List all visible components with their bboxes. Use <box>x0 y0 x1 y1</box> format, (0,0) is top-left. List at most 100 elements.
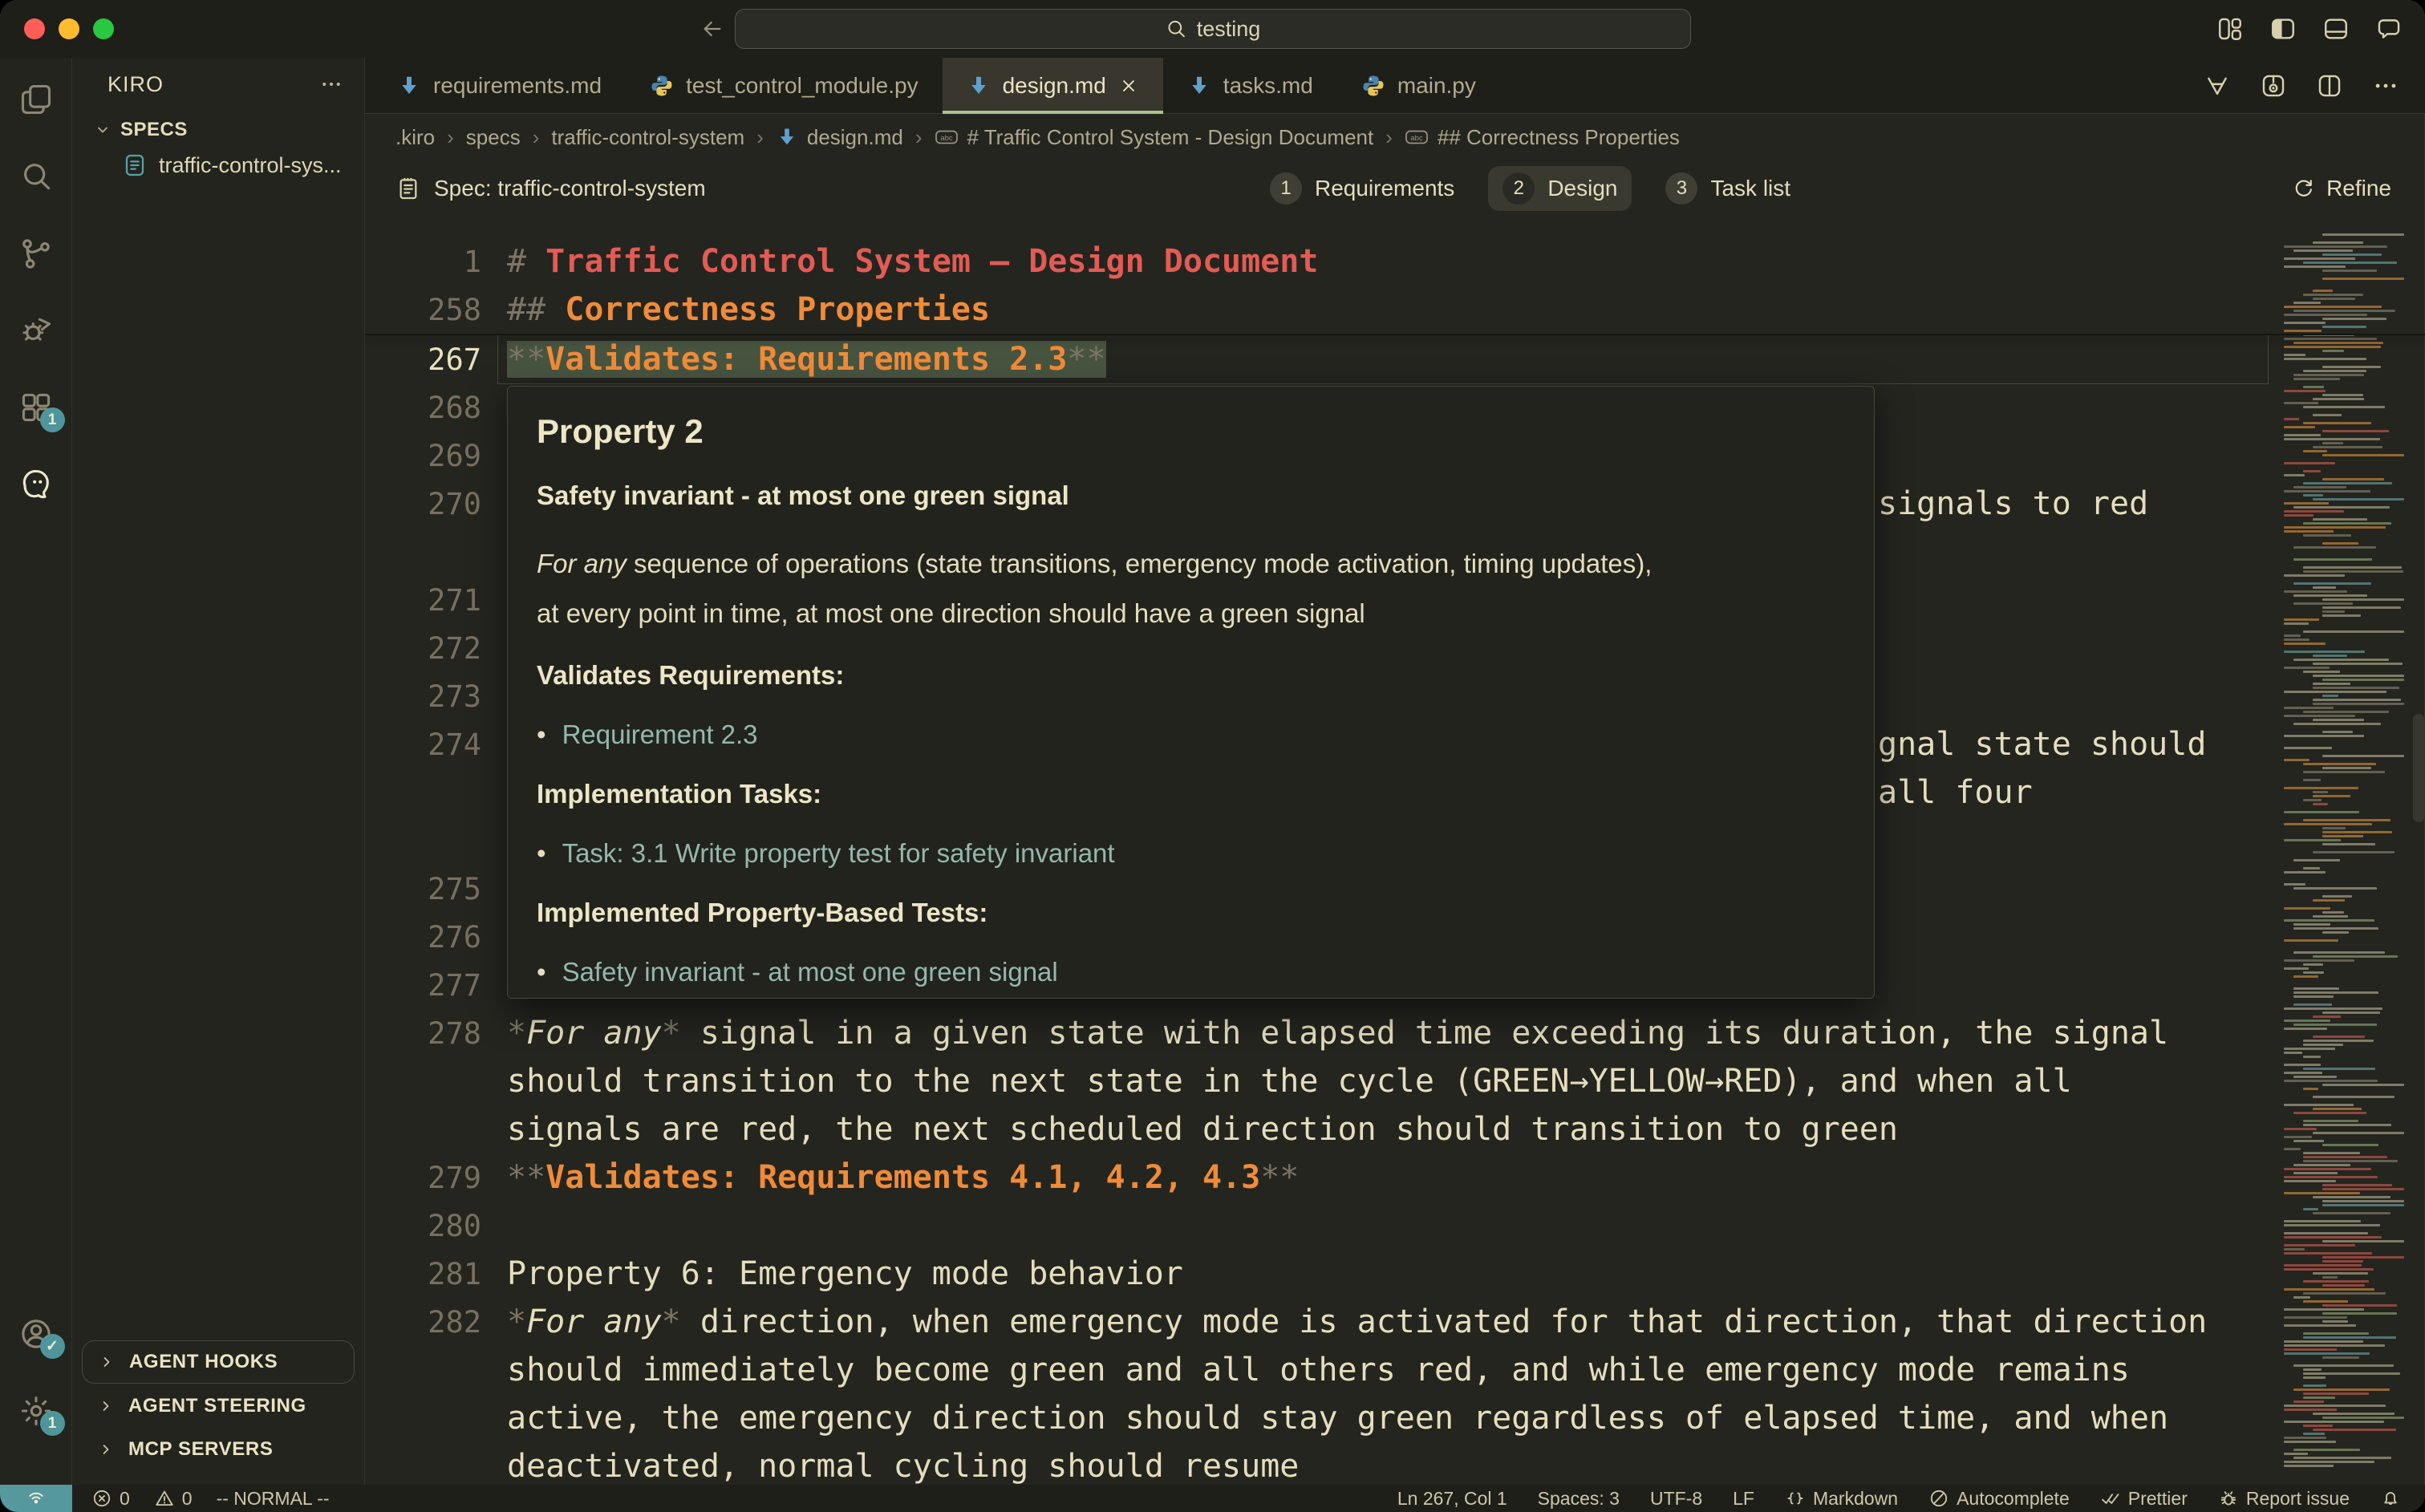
popup-link[interactable]: Requirement 2.3 <box>562 719 758 751</box>
minimap-line <box>2322 1304 2397 1307</box>
panel-more-icon[interactable] <box>319 72 343 96</box>
popup-link[interactable]: Safety invariant - at most one green sig… <box>562 956 1058 988</box>
minimap-line <box>2303 671 2340 673</box>
status-item-0[interactable]: 0 <box>154 1488 193 1510</box>
status-item[interactable] <box>2380 1488 2401 1509</box>
minimap-line <box>2284 1453 2308 1455</box>
editor-line[interactable]: should immediately become green and all … <box>365 1346 2425 1394</box>
split-editor-icon[interactable] <box>2316 72 2343 99</box>
editor-line[interactable]: 279**Validates: Requirements 4.1, 4.2, 4… <box>365 1153 2425 1202</box>
tab-test_control_module.py[interactable]: test_control_module.py <box>626 58 943 113</box>
status-item-markdown[interactable]: Markdown <box>1785 1488 1898 1510</box>
tab-design.md[interactable]: design.md <box>943 58 1163 113</box>
breadcrumb-item[interactable]: abc# Traffic Control System - Design Doc… <box>935 125 1374 150</box>
breadcrumb-item[interactable]: abc## Correctness Properties <box>1405 125 1680 150</box>
minimize-window-button[interactable] <box>59 18 79 39</box>
status-item-autocomplete[interactable]: Autocomplete <box>1928 1488 2070 1510</box>
minimap-line <box>2313 1036 2365 1038</box>
scrollbar-thumb[interactable] <box>2413 714 2424 822</box>
maximize-window-button[interactable] <box>93 18 114 39</box>
minimap-line <box>2322 1188 2404 1190</box>
breadcrumb-item[interactable]: design.md <box>776 125 903 150</box>
editor-line[interactable]: 278*For any* signal in a given state wit… <box>365 1009 2425 1057</box>
minimap-line <box>2293 582 2371 585</box>
editor-line[interactable]: 281Property 6: Emergency mode behavior <box>365 1250 2425 1298</box>
activity-extensions-button[interactable]: 1 <box>18 390 54 425</box>
status-item-lf[interactable]: LF <box>1733 1488 1754 1510</box>
editor-line[interactable]: active, the emergency direction should s… <box>365 1394 2425 1442</box>
activity-kiro-ghost-button[interactable] <box>18 467 54 502</box>
activity-source-control-button[interactable] <box>18 236 54 271</box>
markdown-icon <box>967 74 991 98</box>
line-number: 280 <box>365 1209 481 1243</box>
command-search-input[interactable]: testing <box>735 9 1691 49</box>
minimap-line <box>2284 257 2355 260</box>
spec-step-design[interactable]: 2Design <box>1488 166 1632 211</box>
status-item--normal-[interactable]: -- NORMAL -- <box>217 1488 330 1510</box>
popup-link[interactable]: Task: 3.1 Write property test for safety… <box>562 837 1115 870</box>
status-item-prettier[interactable]: Prettier <box>2100 1488 2188 1510</box>
spec-step-requirements[interactable]: 1Requirements <box>1255 166 1469 211</box>
minimap[interactable] <box>2284 226 2406 1473</box>
editor-line[interactable]: 282*For any* direction, when emergency m… <box>365 1298 2425 1346</box>
editor-line[interactable]: 258## Correctness Properties <box>365 286 2425 334</box>
editor-line[interactable]: 280 <box>365 1202 2425 1250</box>
breadcrumb-item[interactable]: .kiro <box>395 125 435 150</box>
tab-tasks.md[interactable]: tasks.md <box>1163 58 1337 113</box>
editor-line[interactable]: 267**Validates: Requirements 2.3** <box>365 335 2425 383</box>
status-item-0[interactable]: 0 <box>91 1488 130 1510</box>
activity-files-button[interactable] <box>18 82 54 117</box>
activity-search-button[interactable] <box>18 159 54 194</box>
minimap-line <box>2284 330 2322 332</box>
status-label: UTF-8 <box>1650 1488 1702 1510</box>
sidebar-section-agent-steering[interactable]: AGENT STEERING <box>82 1385 355 1427</box>
editor-line[interactable]: deactivated, normal cycling should resum… <box>365 1442 2425 1485</box>
minimap-line <box>2303 470 2321 472</box>
minimap-line <box>2293 1401 2324 1403</box>
layout-grid-icon[interactable] <box>2216 15 2244 43</box>
minimap-line <box>2284 1324 2356 1327</box>
ellipsis-icon[interactable] <box>2372 72 2399 99</box>
breadcrumb-item[interactable]: traffic-control-system <box>551 125 744 150</box>
tab-label: tasks.md <box>1223 73 1313 99</box>
chat-bubble-icon[interactable] <box>2375 15 2403 43</box>
minimap-line <box>2322 1144 2378 1146</box>
panel-left-icon[interactable] <box>2269 15 2297 43</box>
editor-line[interactable]: signals are red, the next scheduled dire… <box>365 1105 2425 1153</box>
line-number: 268 <box>365 391 481 425</box>
refine-button[interactable]: Refine <box>2291 176 2391 201</box>
status-item-utf-8[interactable]: UTF-8 <box>1650 1488 1702 1510</box>
panel-bottom-icon[interactable] <box>2322 15 2350 43</box>
close-window-button[interactable] <box>24 18 45 39</box>
tab-close-icon[interactable] <box>1118 75 1139 96</box>
editor-line[interactable]: should transition to the next state in t… <box>365 1057 2425 1105</box>
editor-line[interactable]: 1# Traffic Control System — Design Docum… <box>365 237 2425 286</box>
spec-step-task-list[interactable]: 3Task list <box>1651 166 1805 211</box>
tab-requirements.md[interactable]: requirements.md <box>373 58 626 113</box>
minimap-line <box>2284 402 2318 404</box>
sidebar-section-mcp-servers[interactable]: MCP SERVERS <box>82 1429 355 1470</box>
minimap-line <box>2303 494 2323 497</box>
minimap-line <box>2284 667 2330 669</box>
activity-settings-gear-button[interactable]: 1 <box>18 1393 54 1429</box>
sidebar-item-traffic-control-sys-[interactable]: traffic-control-sys... <box>72 148 364 183</box>
editor[interactable]: 1# Traffic Control System — Design Docum… <box>365 217 2425 1485</box>
activity-debug-button[interactable] <box>18 313 54 348</box>
activity-account-button[interactable]: ✓ <box>18 1316 54 1352</box>
open-preview-icon[interactable] <box>2260 72 2287 99</box>
sidebar-section-agent-hooks[interactable]: AGENT HOOKS <box>82 1340 355 1384</box>
tab-main.py[interactable]: main.py <box>1337 58 1500 113</box>
nav-back-icon[interactable] <box>700 16 725 42</box>
markdown-outline-icon[interactable] <box>2204 72 2231 99</box>
step-label: Design <box>1547 176 1617 201</box>
minimap-line <box>2284 1288 2374 1291</box>
status-item-spaces-3[interactable]: Spaces: 3 <box>1538 1488 1620 1510</box>
status-item-ln-267-col-1[interactable]: Ln 267, Col 1 <box>1397 1488 1507 1510</box>
minimap-line <box>2322 606 2401 609</box>
remote-indicator[interactable] <box>0 1485 72 1512</box>
sidebar-section-specs[interactable]: SPECS <box>72 111 364 148</box>
status-item-report-issue[interactable]: Report issue <box>2218 1488 2350 1510</box>
minimap-line <box>2303 971 2324 974</box>
breadcrumb-item[interactable]: specs <box>466 125 521 150</box>
section-label: AGENT STEERING <box>128 1395 306 1417</box>
